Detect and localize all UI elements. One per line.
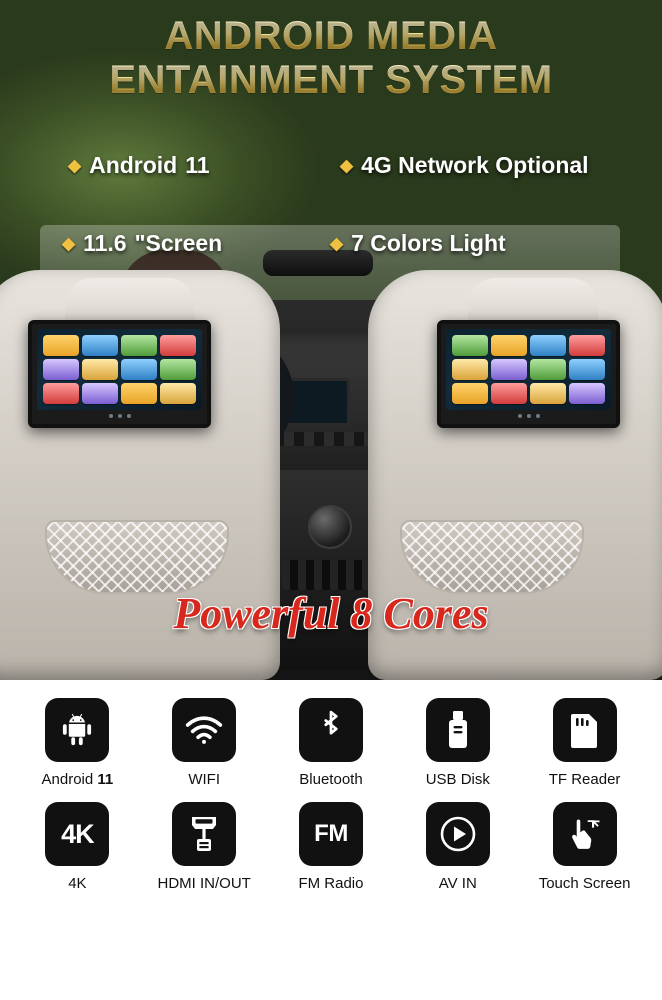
feature-label-touch-screen: Touch Screen	[538, 875, 631, 892]
app-tile[interactable]	[160, 335, 196, 356]
app-tile[interactable]	[160, 359, 196, 380]
feature-label-android: Android 11	[41, 771, 114, 788]
app-tile[interactable]	[43, 383, 79, 404]
diamond-bullet-icon: ◆	[340, 156, 354, 175]
feature-item-hdmi: HDMI IN/OUT	[149, 802, 259, 892]
app-tile[interactable]	[160, 383, 196, 404]
feature-light: ◆ 7 Colors Light	[330, 230, 506, 257]
diamond-bullet-icon: ◆	[62, 234, 76, 253]
hdmi-icon	[172, 802, 237, 866]
app-tile[interactable]	[491, 383, 527, 404]
right-seat-back-pocket	[400, 520, 584, 594]
headrest-monitor-left[interactable]	[28, 320, 211, 428]
fm-radio-icon: FM	[298, 802, 363, 866]
headline-line-1: ANDROID MEDIA	[0, 14, 662, 58]
feature-light-label: 7 Colors Light	[351, 230, 506, 256]
feature-item-usb-disk: USB Disk	[403, 698, 513, 788]
app-tile[interactable]	[530, 359, 566, 380]
tf-card-icon	[552, 698, 617, 762]
feature-label-wifi: WIFI	[188, 771, 221, 788]
feature-item-tf-reader: TF Reader	[530, 698, 640, 788]
monitor-left-page-dots	[32, 411, 207, 421]
feature-label-4k: 4K	[68, 875, 87, 892]
usb-disk-icon	[425, 698, 490, 762]
av-in-play-icon	[425, 802, 490, 866]
app-tile[interactable]	[82, 383, 118, 404]
feature-item-4k: 4K 4K	[22, 802, 132, 892]
powerful-cores-banner: Powerful 8 Cores	[173, 589, 489, 638]
app-tile[interactable]	[530, 335, 566, 356]
product-banner-page: ANDROID MEDIA ENTAINMENT SYSTEM ◆ Androi…	[0, 0, 662, 1000]
headline-line-2: ENTAINMENT SYSTEM	[0, 58, 662, 102]
feature-label-bluetooth: Bluetooth	[299, 771, 363, 788]
feature-android-version: 11	[185, 152, 210, 178]
feature-item-touch-screen: Touch Screen	[530, 802, 640, 892]
wifi-icon	[172, 698, 237, 762]
feature-item-wifi: WIFI	[149, 698, 259, 788]
feature-label-av-in: AV IN	[438, 875, 477, 892]
android-icon	[45, 698, 110, 762]
app-tile[interactable]	[452, 335, 488, 356]
monitor-right-page-dots	[441, 411, 616, 421]
app-tile[interactable]	[569, 335, 605, 356]
monitor-left-screen[interactable]	[37, 329, 202, 410]
app-tile[interactable]	[121, 359, 157, 380]
headline: ANDROID MEDIA ENTAINMENT SYSTEM	[0, 14, 662, 102]
diamond-bullet-icon: ◆	[68, 156, 82, 175]
feature-screen-size: 11.6	[83, 230, 127, 256]
feature-screen: ◆ 11.6 "Screen	[62, 230, 222, 257]
feature-android-label: Android	[89, 152, 178, 178]
app-tile[interactable]	[569, 359, 605, 380]
touch-screen-icon	[552, 802, 617, 866]
app-tile[interactable]	[82, 335, 118, 356]
app-tile[interactable]	[121, 383, 157, 404]
monitor-right-screen[interactable]	[446, 329, 611, 410]
feature-label-usb-disk: USB Disk	[425, 771, 490, 788]
icon-row-1: Android 11 WIFI Bluetooth USB Disk TF Re…	[0, 698, 662, 788]
app-tile[interactable]	[121, 335, 157, 356]
console-control-knob	[308, 505, 352, 549]
icon-row-2: 4K 4K HDMI IN/OUT FM FM Radio AV IN Touc…	[0, 802, 662, 892]
feature-android: ◆ Android 11	[68, 152, 210, 179]
feature-network: ◆ 4G Network Optional	[340, 152, 589, 179]
feature-row-2: ◆ 11.6 "Screen ◆ 7 Colors Light	[0, 190, 662, 256]
feature-item-av-in: AV IN	[403, 802, 513, 892]
feature-network-label: 4G Network Optional	[361, 152, 589, 178]
4k-glyph: 4K	[61, 818, 95, 849]
feature-screen-unit: "Screen	[134, 230, 223, 256]
feature-item-bluetooth: Bluetooth	[276, 698, 386, 788]
headrest-monitor-right[interactable]	[437, 320, 620, 428]
app-tile[interactable]	[82, 359, 118, 380]
app-tile[interactable]	[491, 335, 527, 356]
feature-label-tf-reader: TF Reader	[548, 771, 621, 788]
feature-row-1: ◆ Android 11 ◆ 4G Network Optional	[0, 150, 662, 190]
feature-label-hdmi: HDMI IN/OUT	[157, 875, 251, 892]
app-tile[interactable]	[569, 383, 605, 404]
left-seat-back-pocket	[45, 520, 229, 594]
bluetooth-icon	[298, 698, 363, 762]
feature-item-fm-radio: FM FM Radio	[276, 802, 386, 892]
feature-bullets: ◆ Android 11 ◆ 4G Network Optional ◆ 11.…	[0, 150, 662, 256]
app-tile[interactable]	[43, 335, 79, 356]
fm-glyph: FM	[314, 820, 348, 847]
hero-photo: ANDROID MEDIA ENTAINMENT SYSTEM ◆ Androi…	[0, 0, 662, 680]
app-tile[interactable]	[491, 359, 527, 380]
rear-console-vents	[282, 560, 374, 590]
feature-icon-grid: Android 11 WIFI Bluetooth USB Disk TF Re…	[0, 680, 662, 1000]
app-tile[interactable]	[43, 359, 79, 380]
feature-label-fm-radio: FM Radio	[298, 875, 364, 892]
diamond-bullet-icon: ◆	[330, 234, 344, 253]
feature-item-android: Android 11	[22, 698, 132, 788]
4k-icon: 4K	[45, 802, 110, 866]
app-tile[interactable]	[530, 383, 566, 404]
app-tile[interactable]	[452, 383, 488, 404]
app-tile[interactable]	[452, 359, 488, 380]
